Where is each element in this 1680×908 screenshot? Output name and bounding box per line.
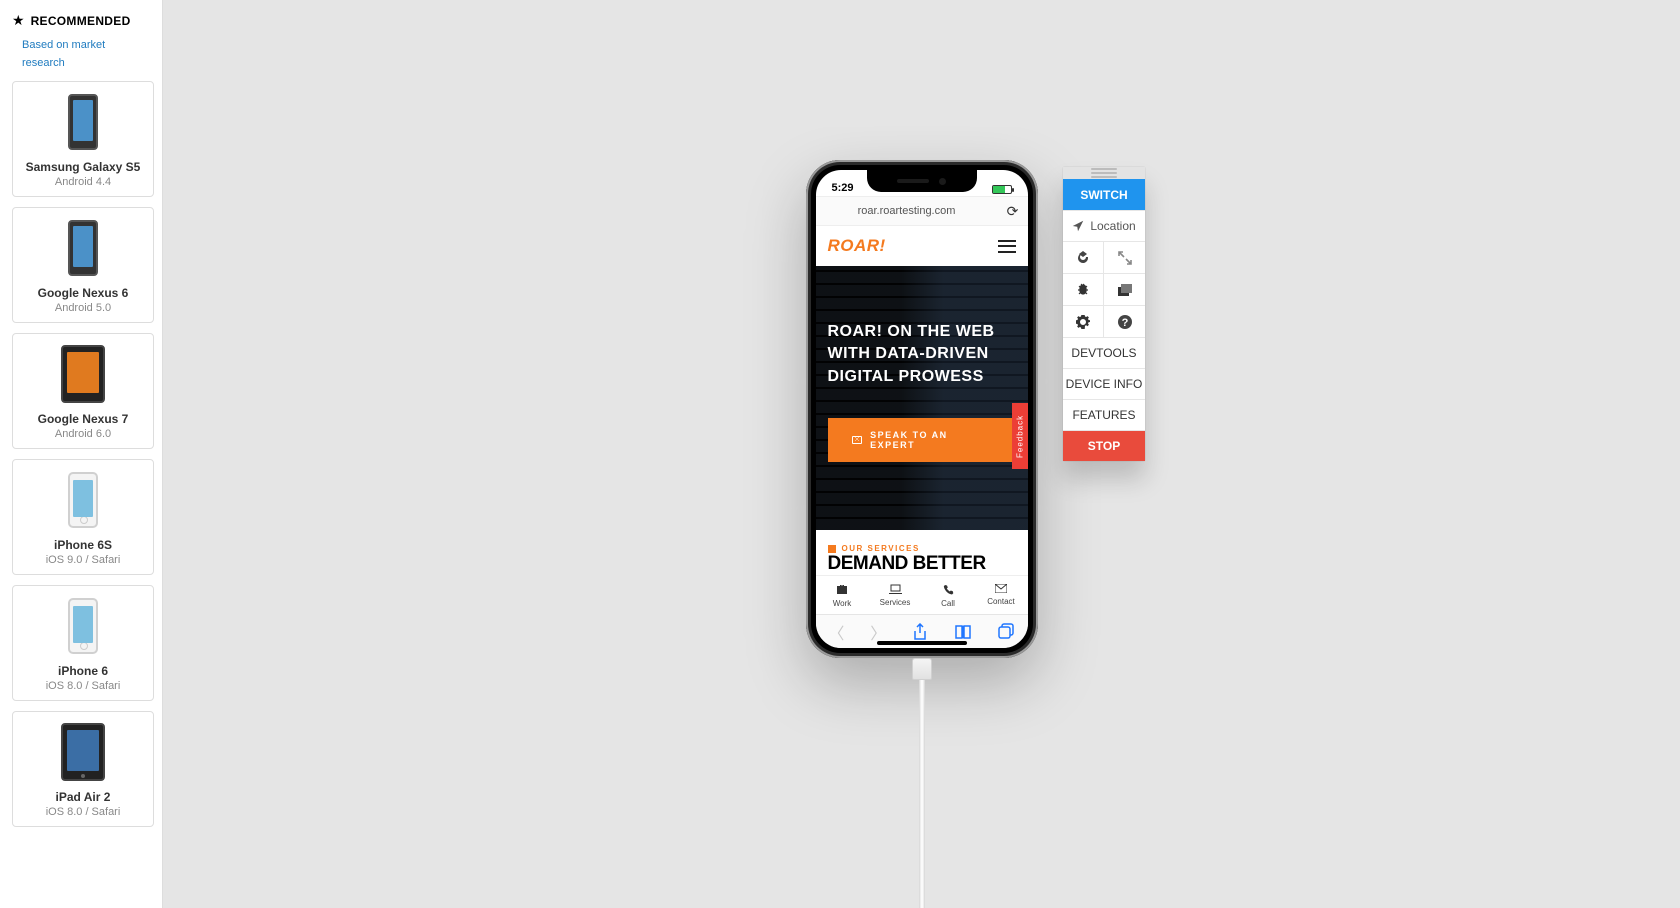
devtools-button[interactable]: DEVTOOLS (1063, 337, 1145, 368)
site-logo[interactable]: ROAR! (828, 236, 886, 256)
device-os: iOS 8.0 / Safari (17, 806, 149, 818)
services-heading: DEMAND BETTER (828, 553, 1016, 575)
fullscreen-button[interactable] (1104, 241, 1145, 273)
device-thumb (17, 722, 149, 782)
device-thumb (17, 344, 149, 404)
bookmarks-icon[interactable] (954, 624, 972, 640)
device-sidebar: ★ RECOMMENDED Based on market research S… (0, 0, 163, 908)
device-name: Samsung Galaxy S5 (17, 160, 149, 174)
help-icon: ? (1117, 314, 1133, 330)
sidebar-subtitle: Based on market research (0, 35, 162, 81)
speak-to-expert-button[interactable]: SPEAK TO AN EXPERT (828, 418, 1016, 462)
iphone-frame: 5:29 roar.roartesting.com ⟳ ROAR! ROAR! … (806, 160, 1038, 658)
back-icon[interactable]: 〈 (828, 620, 844, 644)
screenshots-button[interactable] (1104, 273, 1145, 305)
rotate-button[interactable] (1063, 241, 1104, 273)
site-header: ROAR! (816, 226, 1028, 266)
browser-url-bar[interactable]: roar.roartesting.com ⟳ (816, 196, 1028, 226)
device-name: Google Nexus 6 (17, 286, 149, 300)
device-preview: 5:29 roar.roartesting.com ⟳ ROAR! ROAR! … (806, 160, 1038, 658)
hero-headline: ROAR! ON THE WEB WITH DATA-DRIVEN DIGITA… (828, 321, 1016, 388)
device-os: Android 6.0 (17, 428, 149, 440)
rotate-icon (1075, 250, 1091, 266)
share-icon[interactable] (912, 623, 928, 641)
battery-icon (992, 185, 1012, 194)
site-bottom-tabs: WorkServicesCallContact (816, 575, 1028, 614)
device-os: iOS 8.0 / Safari (17, 680, 149, 692)
device-card[interactable]: Google Nexus 7 Android 6.0 (12, 333, 154, 449)
bug-icon (1075, 282, 1091, 298)
site-tab-contact[interactable]: Contact (975, 576, 1028, 614)
settings-button[interactable] (1063, 305, 1104, 337)
device-card[interactable]: iPhone 6 iOS 8.0 / Safari (12, 585, 154, 701)
device-name: iPhone 6 (17, 664, 149, 678)
site-tab-services[interactable]: Services (869, 576, 922, 614)
reload-icon[interactable]: ⟳ (998, 203, 1028, 220)
device-name: iPad Air 2 (17, 790, 149, 804)
market-research-link[interactable]: Based on market research (22, 39, 105, 69)
gear-icon (1075, 314, 1091, 330)
switch-button[interactable]: SWITCH (1063, 179, 1145, 210)
sidebar-heading: ★ RECOMMENDED (0, 0, 162, 35)
bug-button[interactable] (1063, 273, 1104, 305)
tabs-icon[interactable] (998, 623, 1015, 640)
device-notch (867, 170, 977, 192)
control-panel: SWITCH Location (1063, 167, 1145, 461)
hamburger-icon[interactable] (998, 240, 1016, 253)
briefcase-icon (836, 584, 848, 595)
device-info-button[interactable]: DEVICE INFO (1063, 368, 1145, 399)
device-cable (916, 658, 928, 908)
device-name: iPhone 6S (17, 538, 149, 552)
device-screen[interactable]: 5:29 roar.roartesting.com ⟳ ROAR! ROAR! … (816, 170, 1028, 648)
app-root: ★ RECOMMENDED Based on market research S… (0, 0, 1680, 908)
location-button[interactable]: Location (1063, 210, 1145, 241)
device-card[interactable]: Samsung Galaxy S5 Android 4.4 (12, 81, 154, 197)
device-os: iOS 9.0 / Safari (17, 554, 149, 566)
location-icon (1072, 220, 1084, 232)
panel-drag-handle[interactable] (1063, 167, 1145, 179)
device-name: Google Nexus 7 (17, 412, 149, 426)
site-tab-work[interactable]: Work (816, 576, 869, 614)
services-tag: OUR SERVICES (828, 544, 1016, 553)
device-os: Android 5.0 (17, 302, 149, 314)
laptop-icon (889, 584, 902, 594)
stop-button[interactable]: STOP (1063, 430, 1145, 461)
panel-tool-grid: ? (1063, 241, 1145, 337)
stage: 5:29 roar.roartesting.com ⟳ ROAR! ROAR! … (163, 0, 1680, 908)
url-field[interactable]: roar.roartesting.com (816, 205, 998, 217)
stack-icon (1117, 283, 1133, 297)
device-thumb (17, 92, 149, 152)
device-thumb (17, 596, 149, 656)
device-os: Android 4.4 (17, 176, 149, 188)
device-card[interactable]: iPhone 6S iOS 9.0 / Safari (12, 459, 154, 575)
forward-icon[interactable]: 〉 (870, 620, 886, 644)
sidebar-title: RECOMMENDED (31, 14, 131, 28)
device-list[interactable]: Samsung Galaxy S5 Android 4.4 Google Nexus… (0, 81, 162, 908)
svg-text:?: ? (1121, 317, 1128, 329)
device-thumb (17, 218, 149, 278)
device-card[interactable]: Google Nexus 6 Android 5.0 (12, 207, 154, 323)
device-card[interactable]: iPad Air 2 iOS 8.0 / Safari (12, 711, 154, 827)
status-time: 5:29 (832, 182, 854, 194)
hero-section: ROAR! ON THE WEB WITH DATA-DRIVEN DIGITA… (816, 266, 1028, 530)
envelope-icon (995, 584, 1007, 593)
envelope-icon (852, 436, 863, 444)
home-indicator[interactable] (877, 641, 967, 645)
site-tab-call[interactable]: Call (922, 576, 975, 614)
device-thumb (17, 470, 149, 530)
features-button[interactable]: FEATURES (1063, 399, 1145, 430)
help-button[interactable]: ? (1104, 305, 1145, 337)
feedback-tab[interactable]: Feedback (1012, 403, 1028, 469)
expand-icon (1118, 251, 1132, 265)
phone-icon (943, 584, 954, 595)
cta-label: SPEAK TO AN EXPERT (870, 430, 991, 450)
star-icon: ★ (12, 12, 25, 29)
services-section: OUR SERVICES DEMAND BETTER (816, 530, 1028, 575)
